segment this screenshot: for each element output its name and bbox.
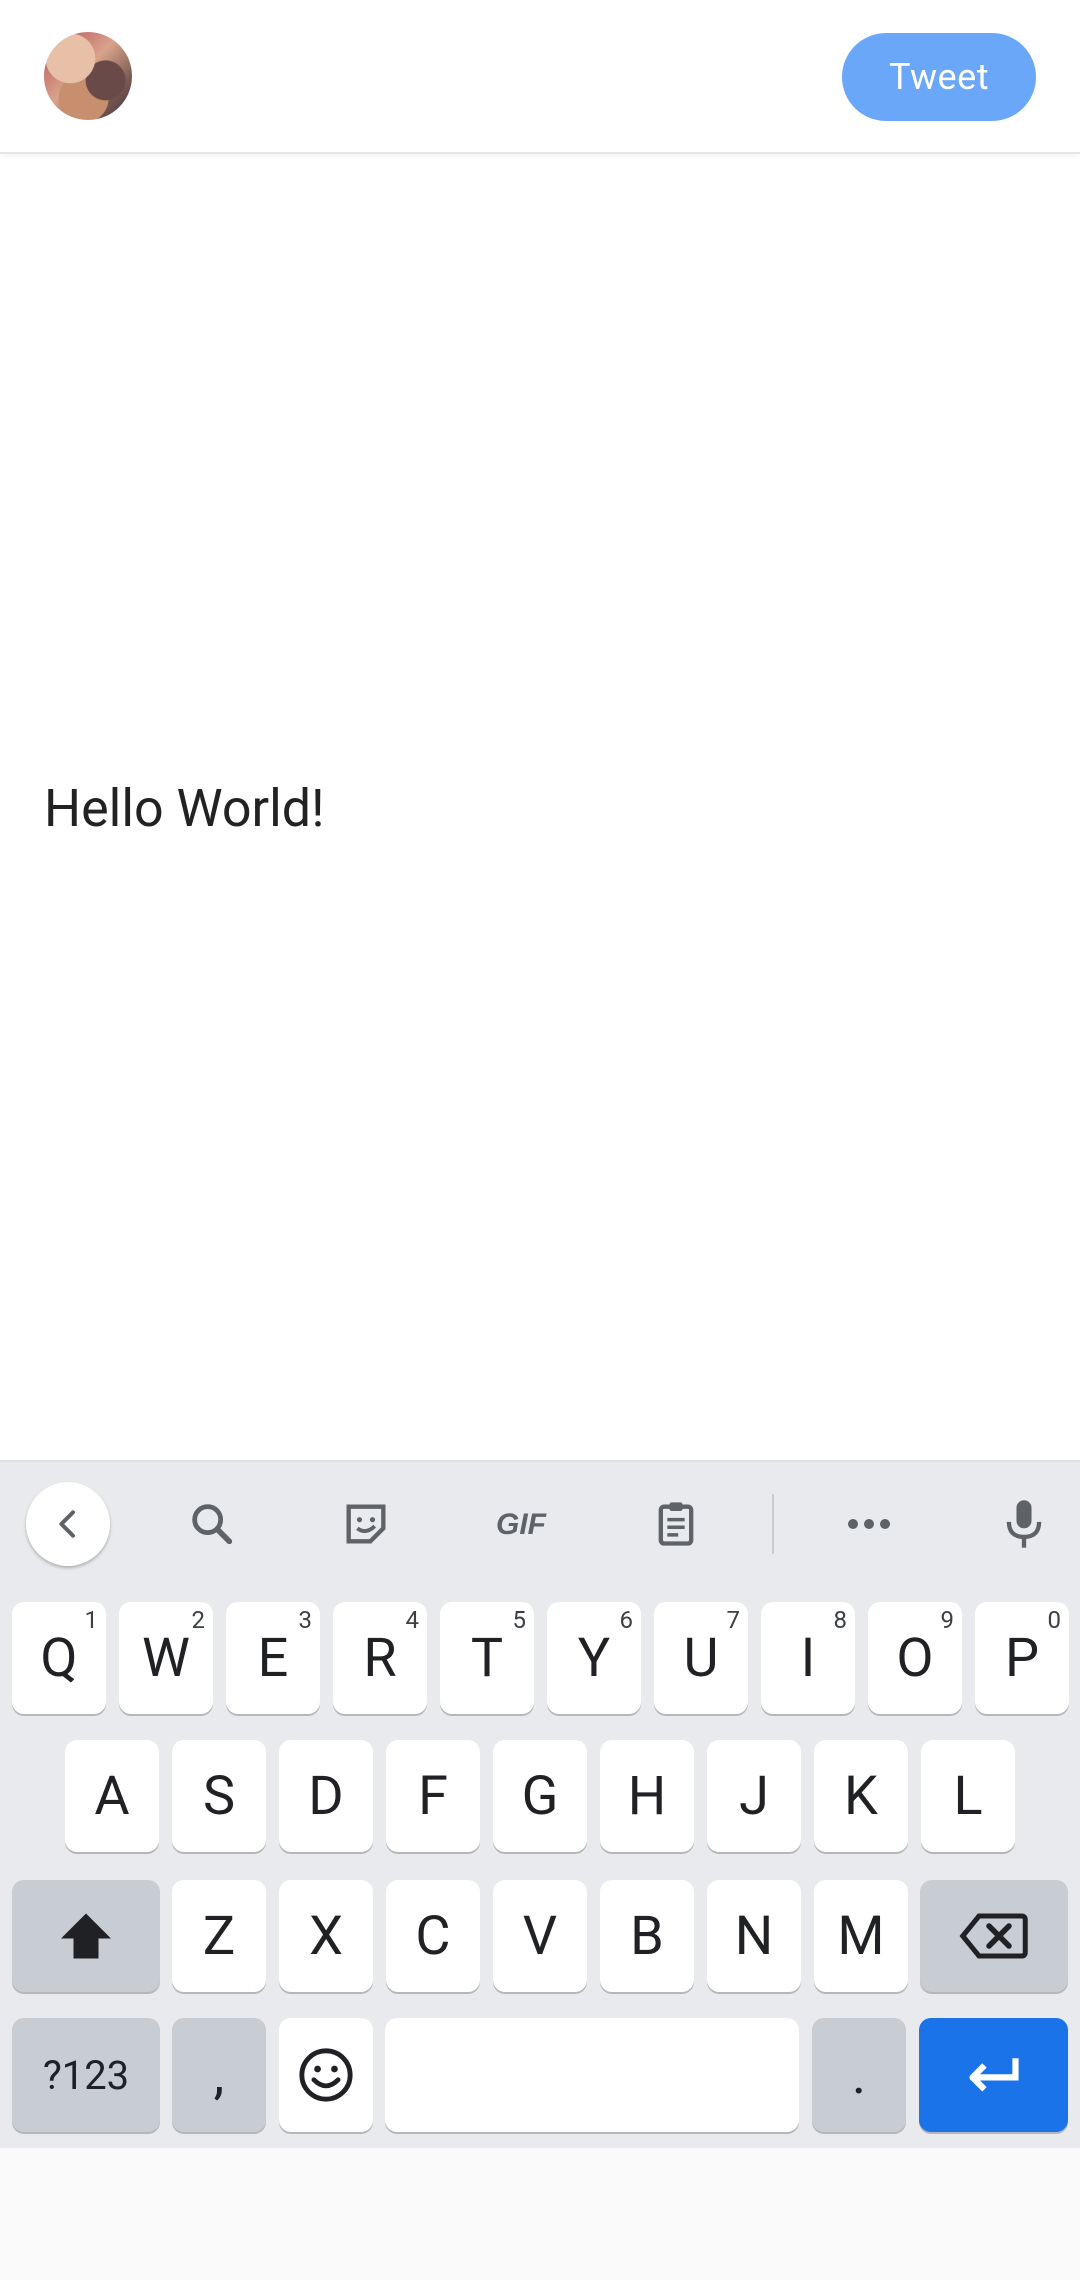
emoji-key[interactable] bbox=[279, 2018, 373, 2132]
backspace-key[interactable] bbox=[920, 1880, 1068, 1992]
key-j[interactable]: J bbox=[707, 1740, 801, 1852]
key-h[interactable]: H bbox=[600, 1740, 694, 1852]
chevron-left-icon[interactable] bbox=[26, 1482, 110, 1566]
key-e[interactable]: E3 bbox=[226, 1602, 320, 1714]
key-y[interactable]: Y6 bbox=[547, 1602, 641, 1714]
period-key[interactable]: . bbox=[812, 2018, 906, 2132]
key-m[interactable]: M bbox=[814, 1880, 908, 1992]
more-icon[interactable] bbox=[827, 1482, 911, 1566]
key-g[interactable]: G bbox=[493, 1740, 587, 1852]
search-icon[interactable] bbox=[170, 1482, 254, 1566]
key-p[interactable]: P0 bbox=[975, 1602, 1069, 1714]
key-o[interactable]: O9 bbox=[868, 1602, 962, 1714]
key-b[interactable]: B bbox=[600, 1880, 694, 1992]
gif-icon[interactable]: GIF bbox=[476, 1482, 566, 1566]
key-u[interactable]: U7 bbox=[654, 1602, 748, 1714]
shift-icon bbox=[61, 1913, 111, 1959]
shift-key[interactable] bbox=[12, 1880, 160, 1992]
key-i[interactable]: I8 bbox=[761, 1602, 855, 1714]
key-r[interactable]: R4 bbox=[333, 1602, 427, 1714]
key-s[interactable]: S bbox=[172, 1740, 266, 1852]
toolbar-divider bbox=[772, 1494, 774, 1554]
compose-header: Tweet bbox=[0, 0, 1080, 154]
keyboard-toolbar: GIF bbox=[0, 1462, 1080, 1582]
spacebar[interactable] bbox=[385, 2018, 799, 2132]
on-screen-keyboard: GIF Q1 W2 E3 R4 T5 Y6 U7 I8 O9 P0 A S D … bbox=[0, 1460, 1080, 2150]
emoji-icon bbox=[299, 2048, 353, 2102]
enter-icon bbox=[968, 2058, 1019, 2092]
key-z[interactable]: Z bbox=[172, 1880, 266, 1992]
key-t[interactable]: T5 bbox=[440, 1602, 534, 1714]
key-d[interactable]: D bbox=[279, 1740, 373, 1852]
svg-text:GIF: GIF bbox=[496, 1508, 547, 1541]
enter-key[interactable] bbox=[919, 2018, 1068, 2132]
navigation-bar-area bbox=[0, 2148, 1080, 2280]
symbols-key[interactable]: ?123 bbox=[12, 2018, 160, 2132]
backspace-icon bbox=[959, 1913, 1028, 1959]
sticker-icon[interactable] bbox=[324, 1482, 408, 1566]
key-a[interactable]: A bbox=[65, 1740, 159, 1852]
key-q[interactable]: Q1 bbox=[12, 1602, 106, 1714]
key-c[interactable]: C bbox=[386, 1880, 480, 1992]
key-n[interactable]: N bbox=[707, 1880, 801, 1992]
key-k[interactable]: K bbox=[814, 1740, 908, 1852]
key-l[interactable]: L bbox=[921, 1740, 1015, 1852]
key-f[interactable]: F bbox=[386, 1740, 480, 1852]
key-w[interactable]: W2 bbox=[119, 1602, 213, 1714]
tweet-button[interactable]: Tweet bbox=[842, 33, 1036, 121]
clipboard-icon[interactable] bbox=[634, 1482, 718, 1566]
avatar[interactable] bbox=[44, 32, 132, 120]
comma-key[interactable]: , bbox=[172, 2018, 266, 2132]
key-v[interactable]: V bbox=[493, 1880, 587, 1992]
mic-icon[interactable] bbox=[982, 1482, 1066, 1566]
key-x[interactable]: X bbox=[279, 1880, 373, 1992]
tweet-compose-text[interactable]: Hello World! bbox=[44, 778, 325, 839]
